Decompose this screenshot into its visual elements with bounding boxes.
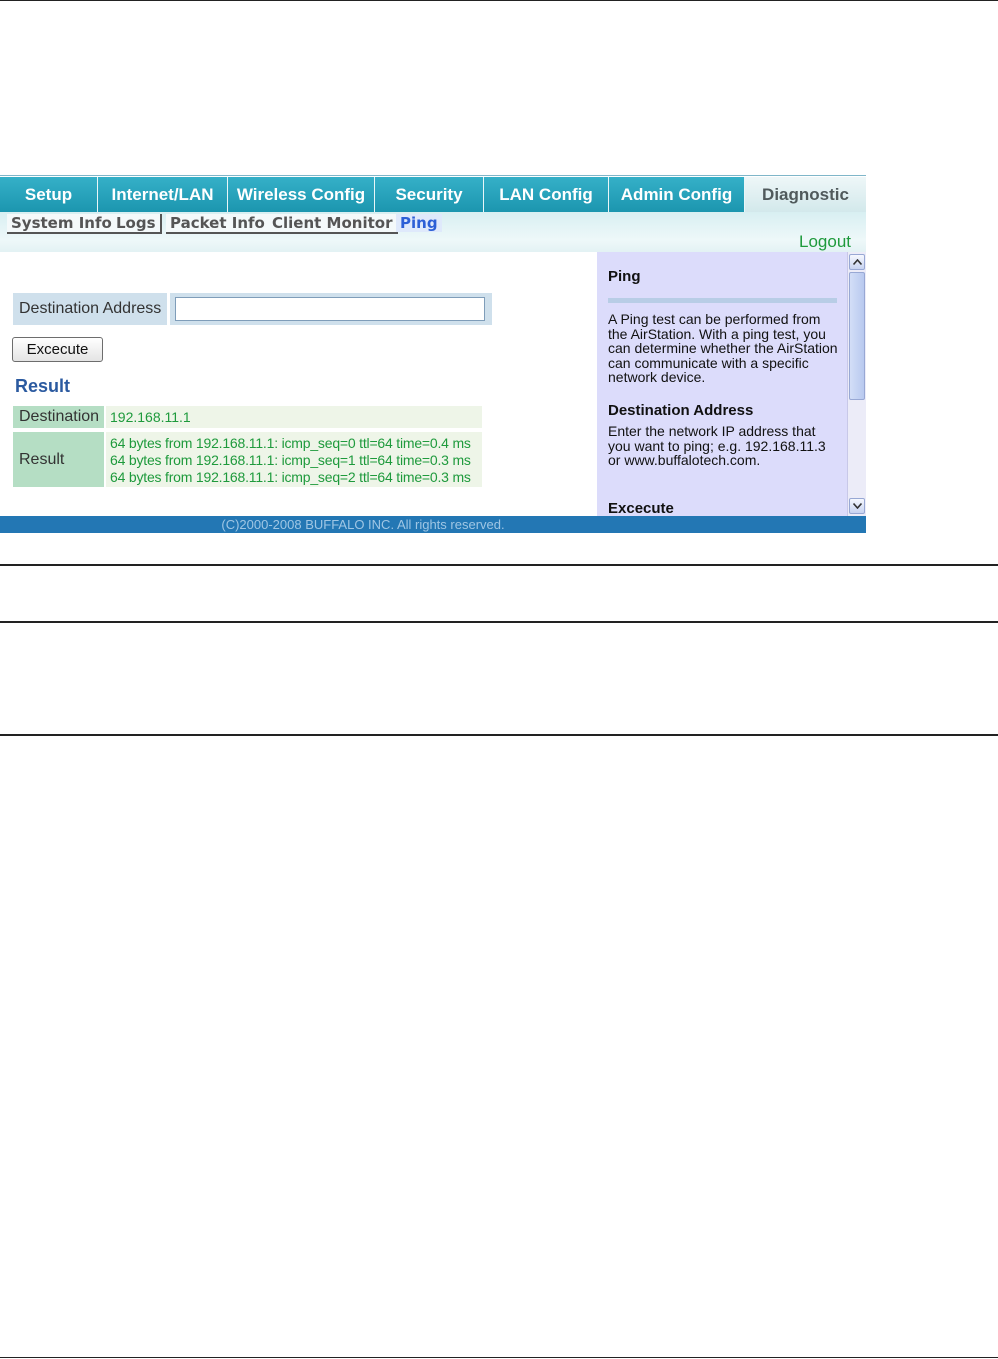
- ping-reply-line: 64 bytes from 192.168.11.1: icmp_seq=1 t…: [110, 452, 471, 468]
- ping-panel: Destination Address Excecute Result Dest…: [0, 252, 597, 516]
- main-tab-bar: Setup Internet/LAN Wireless Config Secur…: [0, 175, 866, 213]
- execute-button[interactable]: Excecute: [12, 337, 103, 362]
- tab-wireless-config[interactable]: Wireless Config: [228, 177, 375, 213]
- chevron-up-icon: [853, 259, 862, 265]
- result-output: 64 bytes from 192.168.11.1: icmp_seq=0 t…: [106, 432, 482, 487]
- destination-address-label: Destination Address: [13, 293, 167, 325]
- page-bottom-rule: [0, 1357, 998, 1358]
- result-destination-label: Destination: [13, 406, 104, 428]
- chevron-down-icon: [853, 503, 862, 509]
- ping-reply-line: 64 bytes from 192.168.11.1: icmp_seq=2 t…: [110, 469, 471, 485]
- help-ping-title: Ping: [608, 268, 641, 285]
- tab-setup[interactable]: Setup: [0, 177, 98, 213]
- scroll-thumb[interactable]: [849, 272, 865, 400]
- subtab-logs[interactable]: Logs: [112, 214, 162, 234]
- tab-lan-config[interactable]: LAN Config: [484, 177, 609, 213]
- destination-address-input[interactable]: [175, 297, 485, 321]
- help-scrollbar[interactable]: [847, 252, 866, 516]
- help-destination-title: Destination Address: [608, 402, 754, 419]
- subtab-ping[interactable]: Ping: [396, 214, 442, 232]
- result-heading: Result: [15, 376, 71, 396]
- page-top-rule: [0, 0, 998, 1]
- tab-admin-config[interactable]: Admin Config: [609, 177, 745, 213]
- subtab-client-monitor[interactable]: Client Monitor: [268, 214, 399, 234]
- subtab-packet-info[interactable]: Packet Info: [166, 214, 271, 234]
- help-panel: Ping A Ping test can be performed from t…: [597, 252, 866, 516]
- page-rule: [0, 734, 998, 736]
- router-admin-window: Setup Internet/LAN Wireless Config Secur…: [0, 175, 866, 533]
- result-output-label: Result: [13, 432, 104, 487]
- logout-link[interactable]: Logout: [799, 232, 851, 252]
- ping-reply-line: 64 bytes from 192.168.11.1: icmp_seq=0 t…: [110, 435, 471, 451]
- subtab-system-info[interactable]: System Info: [7, 214, 118, 234]
- result-destination-value: 192.168.11.1: [106, 406, 482, 428]
- page-rule: [0, 621, 998, 623]
- destination-field-cell: [170, 293, 492, 325]
- help-divider: [608, 298, 837, 303]
- help-ping-text: A Ping test can be performed from the Ai…: [608, 311, 838, 385]
- tab-diagnostic[interactable]: Diagnostic: [745, 177, 866, 213]
- tab-internet-lan[interactable]: Internet/LAN: [98, 177, 228, 213]
- copyright-footer: (C)2000-2008 BUFFALO INC. All rights res…: [0, 516, 866, 533]
- sub-navigation: System Info Logs Packet Info Client Moni…: [0, 212, 866, 252]
- help-destination-text: Enter the network IP address that you wa…: [608, 423, 826, 468]
- help-execute-title: Excecute: [608, 500, 674, 516]
- scroll-up-button[interactable]: [849, 254, 865, 270]
- scroll-down-button[interactable]: [849, 498, 865, 514]
- tab-security[interactable]: Security: [375, 177, 484, 213]
- page-rule: [0, 564, 998, 566]
